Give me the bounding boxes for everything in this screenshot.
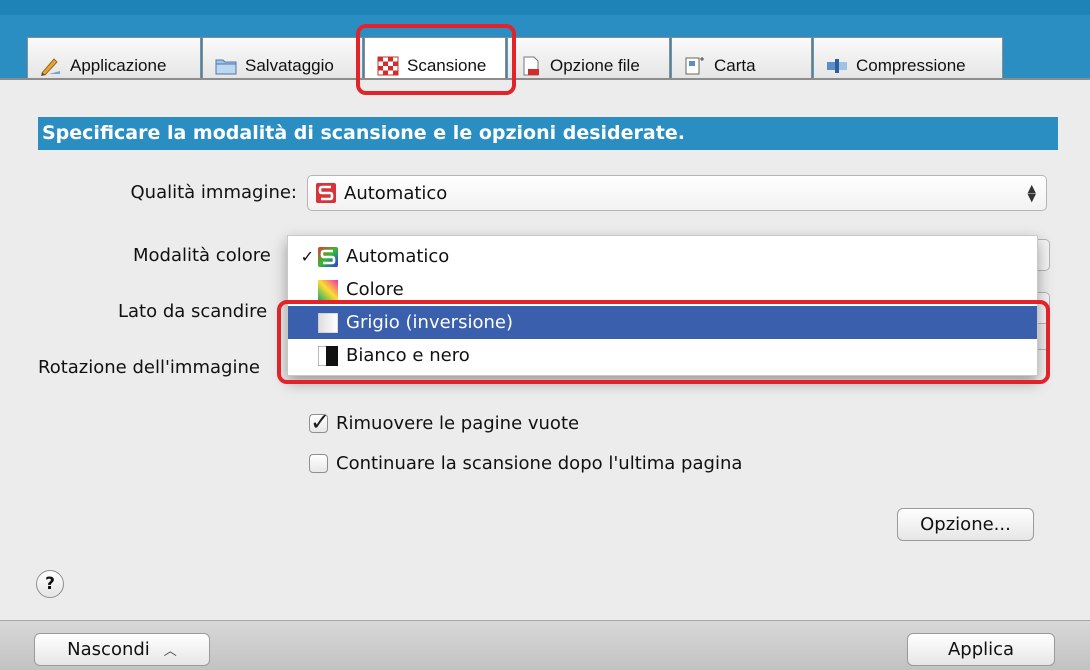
tab-label: Opzione file — [550, 55, 640, 75]
tab-label: Carta — [714, 55, 756, 75]
rotation-label: Rotazione dell'immagine — [38, 357, 260, 378]
checkmark-icon: ✓ — [310, 408, 331, 436]
remove-blank-row[interactable]: ✓ Rimuovere le pagine vuote — [309, 408, 580, 436]
window-top-band — [0, 0, 1090, 15]
tab-label: Salvataggio — [245, 55, 334, 75]
apply-button[interactable]: Applica — [907, 633, 1055, 666]
highlight-menu-options — [277, 300, 1050, 384]
continue-scan-row[interactable]: Continuare la scansione dopo l'ultima pa… — [309, 453, 742, 474]
pencil-ruler-icon — [40, 56, 62, 76]
side-label: Lato da scandire — [118, 301, 268, 322]
auto-color-icon — [318, 246, 338, 267]
paper-size-icon — [684, 56, 706, 76]
checkmark-icon: ✓ — [300, 247, 314, 266]
menu-item-label: Colore — [346, 279, 404, 300]
color-mode-label: Modalità colore — [133, 245, 271, 266]
continue-scan-label: Continuare la scansione dopo l'ultima pa… — [336, 453, 743, 474]
hide-button[interactable]: Nascondi ︿ — [34, 633, 210, 666]
section-header: Specificare la modalità di scansione e l… — [38, 117, 1058, 150]
help-button[interactable]: ? — [36, 570, 64, 598]
tab-label: Applicazione — [70, 55, 167, 75]
image-quality-popup[interactable]: Automatico ▲ ▼ — [307, 175, 1047, 211]
highlight-scan-tab — [356, 24, 516, 95]
document-icon — [520, 56, 542, 76]
auto-color-icon — [316, 183, 336, 203]
remove-blank-label: Rimuovere le pagine vuote — [336, 413, 580, 434]
hide-button-label: Nascondi — [67, 639, 150, 660]
image-quality-label: Qualità immagine: — [130, 182, 298, 203]
option-button[interactable]: Opzione... — [897, 508, 1034, 541]
compress-icon — [826, 56, 848, 76]
menu-item-automatico[interactable]: ✓ Automatico — [288, 240, 1037, 273]
continue-scan-checkbox[interactable] — [309, 454, 328, 473]
tab-bar: Applicazione Salvataggio Scansione Opzio… — [0, 15, 1090, 93]
popup-arrows-icon: ▲ ▼ — [1027, 182, 1036, 204]
color-mode-popup-edge[interactable] — [1036, 239, 1050, 271]
remove-blank-checkbox[interactable]: ✓ — [309, 408, 330, 436]
image-quality-value: Automatico — [344, 182, 448, 204]
menu-item-label: Automatico — [346, 246, 450, 267]
folder-icon — [215, 56, 237, 76]
chevron-up-icon: ︿ — [163, 644, 177, 659]
color-gradient-icon — [318, 279, 338, 300]
tab-label: Compressione — [856, 55, 966, 75]
